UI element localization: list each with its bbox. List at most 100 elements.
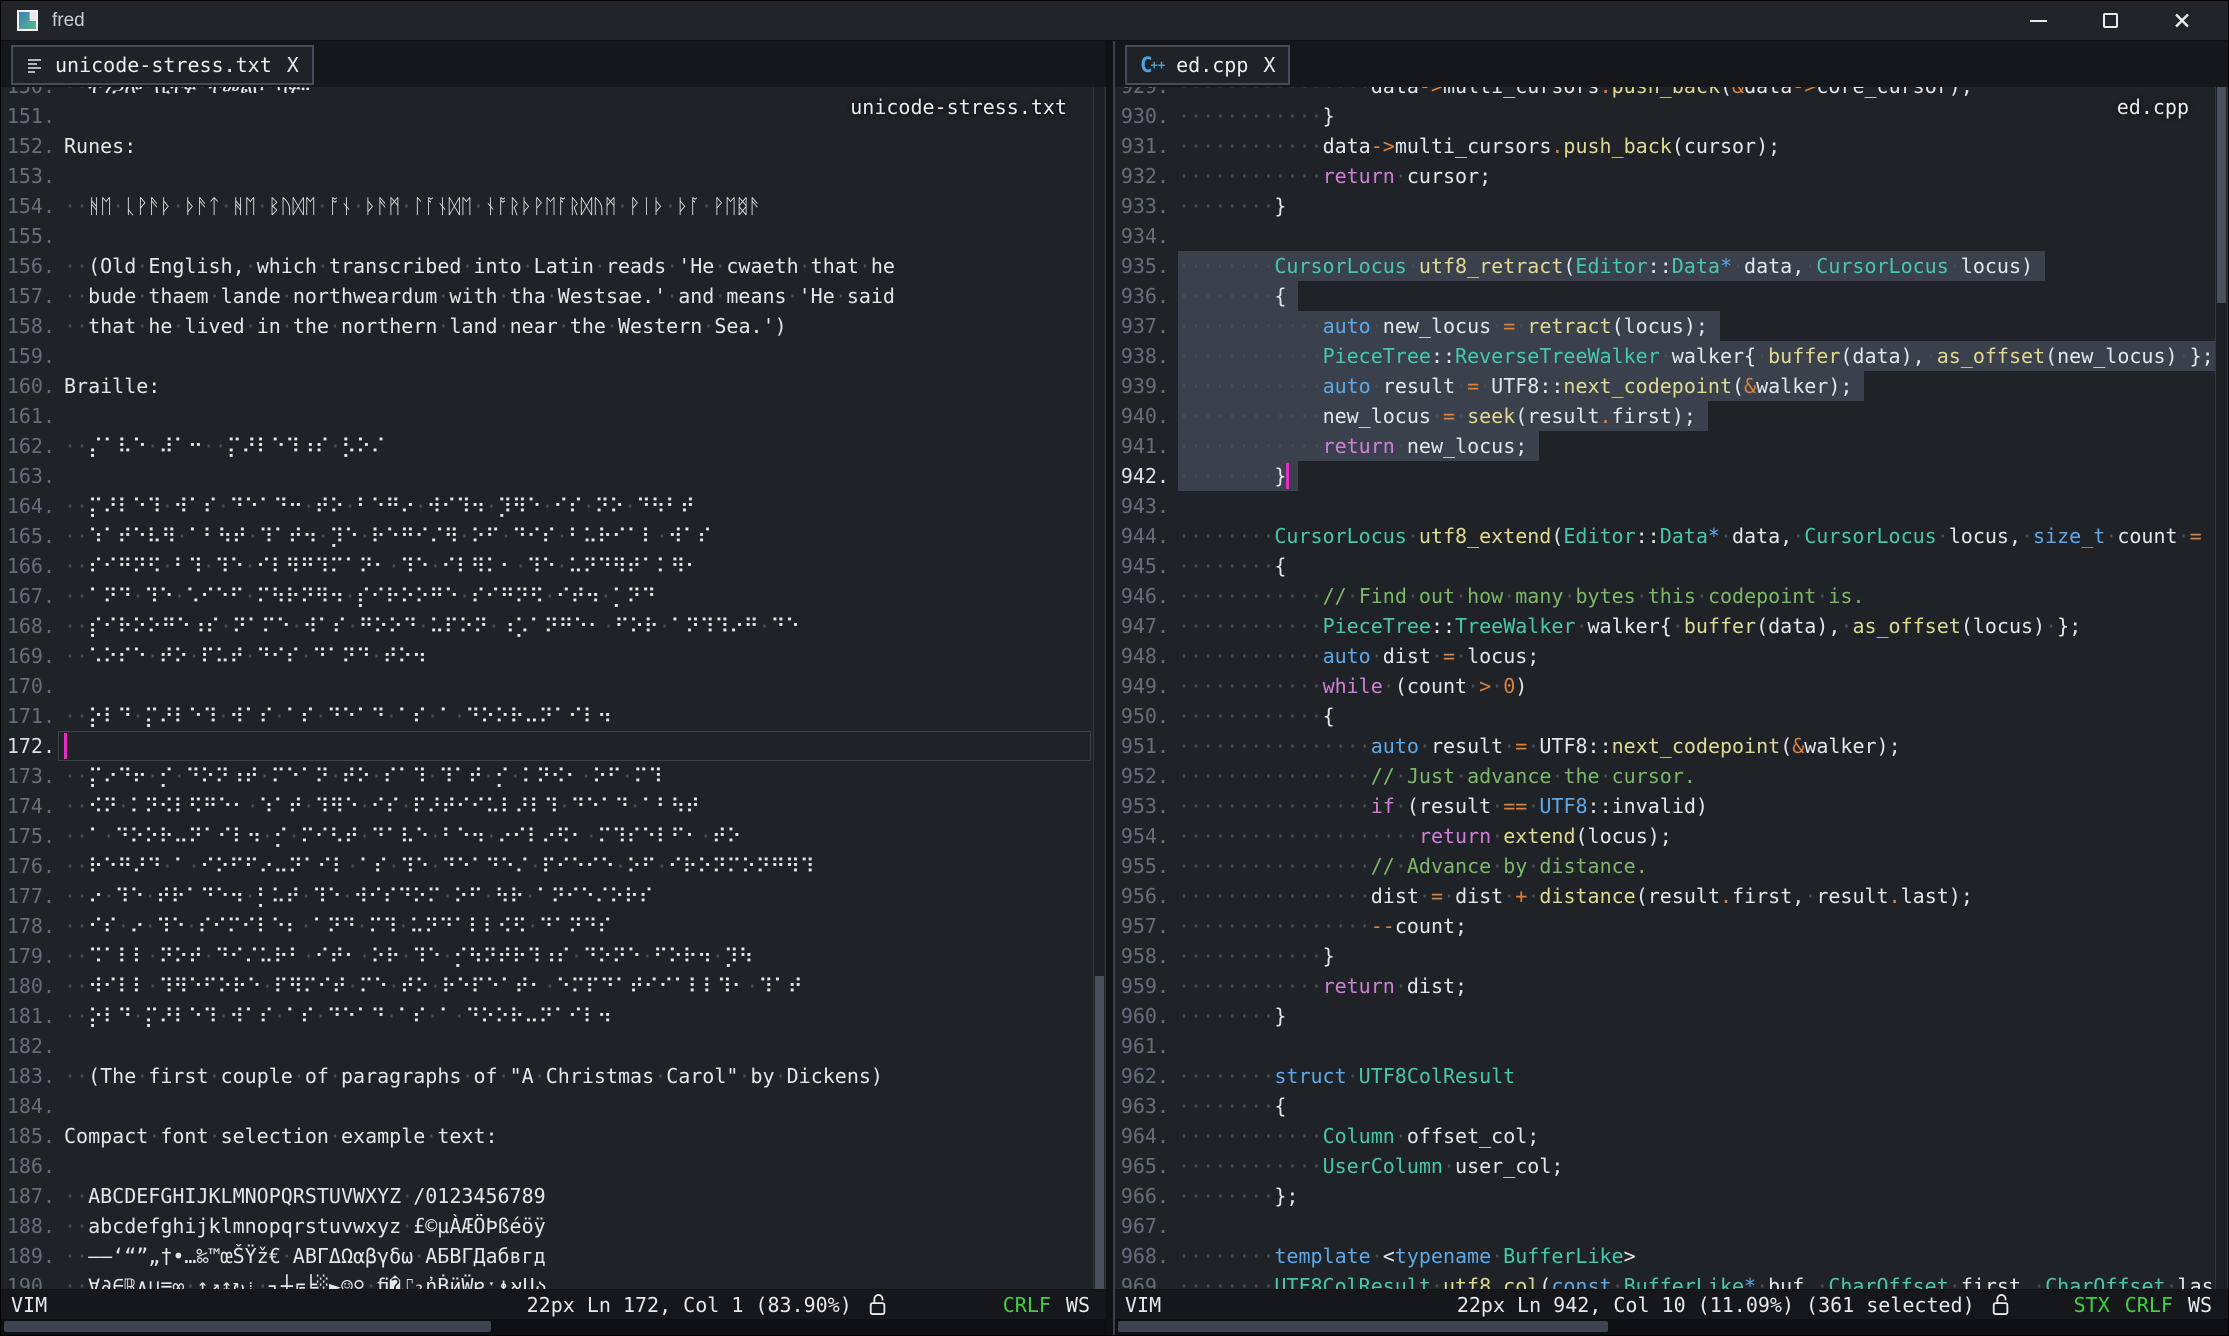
code-line[interactable]: 957.················--count; (1115, 911, 2215, 941)
text-editor-area-right[interactable]: 929.················data->multi_cursors.… (1115, 87, 2215, 1289)
code-line[interactable]: 959.············return·dist; (1115, 971, 2215, 1001)
close-button[interactable]: × (2160, 4, 2204, 38)
code-line[interactable]: 960.········} (1115, 1001, 2215, 1031)
code-line[interactable]: 937.············auto·new_locus·=·retract… (1115, 311, 2215, 341)
scrollbar-thumb[interactable] (1095, 976, 1104, 1289)
code-line[interactable]: 956.················dist·=·dist·+·distan… (1115, 881, 2215, 911)
code-line[interactable]: 965.············UserColumn·user_col; (1115, 1151, 2215, 1181)
code-line[interactable]: 962.········struct·UTF8ColResult (1115, 1061, 2215, 1091)
text-editor-area-left[interactable]: 150.··ተንጋሎ·ቢተፉ·ተመልሶ·ባፉ።151.152.Runes:153… (1, 87, 1093, 1289)
vertical-scrollbar[interactable] (1093, 87, 1106, 1289)
code-line[interactable]: 951.················auto·result·=·UTF8::… (1115, 731, 2215, 761)
pane-divider[interactable] (1106, 41, 1113, 1335)
code-line[interactable]: 172. (1, 731, 1093, 761)
code-lines[interactable]: 150.··ተንጋሎ·ቢተፉ·ተመልሶ·ባፉ።151.152.Runes:153… (1, 87, 1093, 1289)
code-line[interactable]: 154.··ᚻᛖ·ᚳᚹᚫᚦ·ᚦᚫᛏ·ᚻᛖ·ᛒᚢᛞᛖ·ᚩᚾ·ᚦᚫᛗ·ᛚᚪᚾᛞᛖ·ᚾ… (1, 191, 1093, 221)
vertical-scrollbar[interactable] (2215, 87, 2228, 1289)
code-line[interactable]: 166.··⠎⠊⠛⠝⠫·⠃⠹·⠹⠑·⠊⠇⠻⠛⠹⠍⠁⠝⠂·⠹⠑·⠊⠇⠻⠅⠂·⠹⠑·… (1, 551, 1093, 581)
code-line[interactable]: 944.········CursorLocus·utf8_extend(Edit… (1115, 521, 2215, 551)
code-line[interactable]: 171.··⡕⠇⠙·⡍⠜⠇⠑⠹·⠺⠁⠎·⠁⠎·⠙⠑⠁⠙·⠁⠎·⠁·⠙⠕⠕⠗⠤⠝⠁… (1, 701, 1093, 731)
code-line[interactable]: 950.············{ (1115, 701, 2215, 731)
tab-close-icon[interactable]: X (287, 53, 299, 77)
code-line[interactable]: 954.····················return·extend(lo… (1115, 821, 2215, 851)
scrollbar-thumb[interactable] (1118, 1321, 1608, 1332)
code-line[interactable]: 969.········UTF8ColResult·utf8_col(const… (1115, 1271, 2215, 1289)
tab-close-icon[interactable]: X (1263, 53, 1275, 77)
code-line[interactable]: 155. (1, 221, 1093, 251)
code-line[interactable]: 932.············return·cursor; (1115, 161, 2215, 191)
code-line[interactable]: 152.Runes: (1, 131, 1093, 161)
code-line[interactable]: 181.··⡕⠇⠙·⡍⠜⠇⠑⠹·⠺⠁⠎·⠁⠎·⠙⠑⠁⠙·⠁⠎·⠁·⠙⠕⠕⠗⠤⠝⠁… (1, 1001, 1093, 1031)
code-line[interactable]: 173.··⡍⠔⠙⠖·⡊·⠙⠕⠝⠰⠞·⠍⠑⠁⠝·⠞⠕·⠎⠁⠹·⠹⠁⠞·⡊·⠅⠝⠪… (1, 761, 1093, 791)
code-line[interactable]: 170. (1, 671, 1093, 701)
code-line[interactable]: 936.········{ (1115, 281, 2215, 311)
code-line[interactable]: 933.········} (1115, 191, 2215, 221)
code-line[interactable]: 967. (1115, 1211, 2215, 1241)
code-line[interactable]: 966.········}; (1115, 1181, 2215, 1211)
code-line[interactable]: 958.············} (1115, 941, 2215, 971)
code-line[interactable]: 946.············//·Find·out·how·many·byt… (1115, 581, 2215, 611)
tab-ed-cpp[interactable]: C++ ed.cpp X (1125, 45, 1290, 85)
code-line[interactable]: 949.············while·(count·>·0) (1115, 671, 2215, 701)
code-lines[interactable]: 929.················data->multi_cursors.… (1115, 87, 2215, 1289)
code-line[interactable]: 175.··⠁·⠙⠕⠕⠗⠤⠝⠁⠊⠇⠲·⡊·⠍⠊⠣⠞·⠙⠁⠧⠑·⠃⠑⠲·⠔⠊⠇⠔⠫… (1, 821, 1093, 851)
code-line[interactable]: 952.················//·Just·advance·the·… (1115, 761, 2215, 791)
minimize-button[interactable] (2016, 4, 2060, 38)
code-line[interactable]: 190.··∀∂∈ℝ∧∪≡∞·↑↗↨↻⇣·┐┼╔╘░►☺♀·ﬁ�⑀₂ἠḂӥẄɐː… (1, 1271, 1093, 1289)
code-line[interactable]: 156.··(Old·English,·which·transcribed·in… (1, 251, 1093, 281)
code-line[interactable]: 182. (1, 1031, 1093, 1061)
code-line[interactable]: 157.··bude·thaem·lande·northweardum·with… (1, 281, 1093, 311)
code-line[interactable]: 186. (1, 1151, 1093, 1181)
code-line[interactable]: 183.··(The·first·couple·of·paragraphs·of… (1, 1061, 1093, 1091)
tab-unicode-stress-txt[interactable]: unicode-stress.txt X (11, 45, 314, 85)
code-line[interactable]: 179.··⠩⠁⠇⠇·⠝⠕⠞·⠙⠊⠌⠥⠗⠃·⠊⠞⠂·⠕⠗·⠹⠑·⡊⠳⠝⠞⠗⠹⠰⠎… (1, 941, 1093, 971)
code-line[interactable]: 165.··⠱⠁⠞⠑⠧⠻·⠁⠃⠳⠞·⠹⠁⠞⠲·⡹⠑·⠗⠑⠛⠊⠌⠻·⠕⠋·⠙⠊⠎·… (1, 521, 1093, 551)
scrollbar-thumb[interactable] (2217, 87, 2226, 303)
code-line[interactable]: 941.············return·new_locus; (1115, 431, 2215, 461)
code-line[interactable]: 176.··⠗⠑⠛⠜⠙·⠁·⠊⠕⠋⠋⠔⠤⠝⠁⠊⠇·⠁⠎·⠹⠑·⠙⠑⠁⠙⠑⠌·⠏⠊… (1, 851, 1093, 881)
code-line[interactable]: 160.Braille: (1, 371, 1093, 401)
horizontal-scrollbar[interactable] (1115, 1319, 2228, 1335)
code-line[interactable]: 953.················if·(result·==·UTF8::… (1115, 791, 2215, 821)
code-line[interactable]: 169.··⠡⠕⠎⠑·⠞⠕·⠏⠥⠞·⠙⠊⠎·⠙⠁⠝⠙·⠞⠕⠲ (1, 641, 1093, 671)
code-line[interactable]: 968.········template·<typename·BufferLik… (1115, 1241, 2215, 1271)
code-line[interactable]: 162.··⡌⠁⠧⠑·⠼⠁⠒··⡍⠜⠇⠑⠹⠰⠎·⡣⠕⠌ (1, 431, 1093, 461)
code-line[interactable]: 158.··that·he·lived·in·the·northern·land… (1, 311, 1093, 341)
code-line[interactable]: 964.············Column·offset_col; (1115, 1121, 2215, 1151)
code-line[interactable]: 945.········{ (1115, 551, 2215, 581)
code-line[interactable]: 189.··–—‘“”„†•…‰™œŠŸž€·ΑΒΓΔΩαβγδω·АБВГДа… (1, 1241, 1093, 1271)
code-line[interactable]: 942.········} (1115, 461, 2215, 491)
code-line[interactable]: 159. (1, 341, 1093, 371)
code-line[interactable]: 164.··⡍⠜⠇⠑⠹·⠺⠁⠎·⠙⠑⠁⠙⠒·⠞⠕·⠃⠑⠛⠔·⠺⠊⠹⠲·⡹⠻⠑·⠊… (1, 491, 1093, 521)
code-line[interactable]: 934. (1115, 221, 2215, 251)
code-line[interactable]: 168.··⡎⠊⠗⠕⠕⠛⠑⠰⠎·⠝⠁⠍⠑·⠺⠁⠎·⠛⠕⠕⠙·⠥⠏⠕⠝·⠰⡡⠁⠝⠛… (1, 611, 1093, 641)
code-line[interactable]: 943. (1115, 491, 2215, 521)
code-line[interactable]: 930.············} (1115, 101, 2215, 131)
horizontal-scrollbar[interactable] (1, 1319, 1106, 1335)
code-line[interactable]: 163. (1, 461, 1093, 491)
code-line[interactable]: 184. (1, 1091, 1093, 1121)
code-line[interactable]: 929.················data->multi_cursors.… (1115, 87, 2215, 101)
code-line[interactable]: 177.··⠔·⠹⠑·⠞⠗⠁⠙⠑⠲·⡃⠥⠞·⠹⠑·⠺⠊⠎⠙⠕⠍·⠕⠋·⠳⠗·⠁⠝… (1, 881, 1093, 911)
code-line[interactable]: 167.··⠁⠝⠙·⠹⠑·⠡⠊⠑⠋·⠍⠳⠗⠝⠻⠲·⡎⠊⠗⠕⠕⠛⠑·⠎⠊⠛⠝⠫·⠊… (1, 581, 1093, 611)
code-line[interactable]: 935.········CursorLocus·utf8_retract(Edi… (1115, 251, 2215, 281)
code-line[interactable]: 178.··⠊⠎·⠔·⠹⠑·⠎⠊⠍⠊⠇⠑⠆·⠁⠝⠙·⠍⠹·⠥⠝⠙⠁⠇⠇⠪⠫·⠙⠁… (1, 911, 1093, 941)
code-line[interactable]: 161. (1, 401, 1093, 431)
code-line[interactable]: 185.Compact·font·selection·example·text: (1, 1121, 1093, 1151)
code-line[interactable]: 947.············PieceTree::TreeWalker·wa… (1115, 611, 2215, 641)
code-line[interactable]: 153. (1, 161, 1093, 191)
scrollbar-thumb[interactable] (4, 1321, 490, 1332)
code-line[interactable]: 940.············new_locus·=·seek(result.… (1115, 401, 2215, 431)
maximize-button[interactable] (2088, 4, 2132, 38)
code-line[interactable]: 948.············auto·dist·=·locus; (1115, 641, 2215, 671)
code-line[interactable]: 938.············PieceTree::ReverseTreeWa… (1115, 341, 2215, 371)
code-line[interactable]: 187.··ABCDEFGHIJKLMNOPQRSTUVWXYZ·/012345… (1, 1181, 1093, 1211)
code-line[interactable]: 963.········{ (1115, 1091, 2215, 1121)
code-line[interactable]: 188.··abcdefghijklmnopqrstuvwxyz·£©µÀÆÖÞ… (1, 1211, 1093, 1241)
code-line[interactable]: 931.············data->multi_cursors.push… (1115, 131, 2215, 161)
code-line[interactable]: 955.················//·Advance·by·distan… (1115, 851, 2215, 881)
code-line[interactable]: 939.············auto·result·=·UTF8::next… (1115, 371, 2215, 401)
code-line[interactable]: 174.··⠪⠝·⠅⠝⠪⠇⠫⠛⠑⠂·⠱⠁⠞·⠹⠻⠑·⠊⠎·⠏⠜⠞⠊⠊⠥⠇⠜⠇⠹·… (1, 791, 1093, 821)
code-line[interactable]: 961. (1115, 1031, 2215, 1061)
title-bar[interactable]: fred × (1, 1, 2228, 41)
